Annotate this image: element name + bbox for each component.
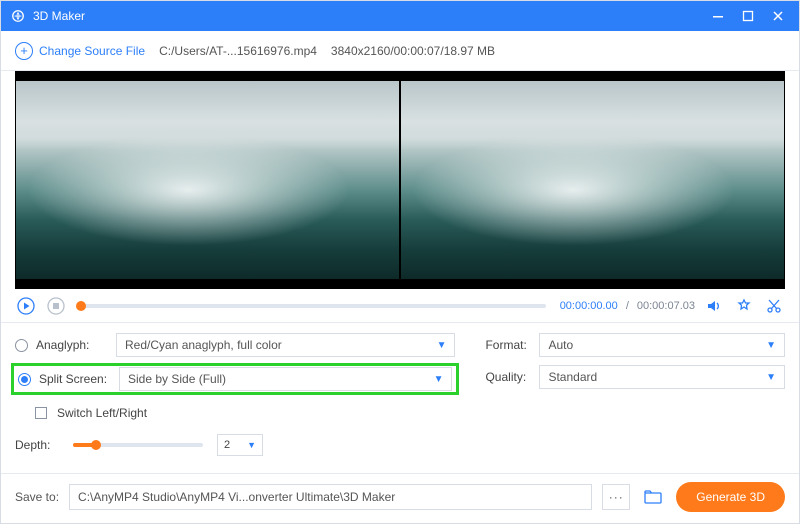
quality-select[interactable]: Standard ▼ [539, 365, 785, 389]
time-current: 00:00:00.00 [560, 300, 618, 312]
depth-value: 2 [224, 439, 230, 451]
chevron-down-icon: ▼ [434, 374, 444, 385]
player-controls: 00:00:00.00 / 00:00:07.03 [1, 289, 799, 323]
source-fileinfo: 3840x2160/00:00:07/18.97 MB [331, 44, 495, 58]
generate-button[interactable]: Generate 3D [676, 482, 785, 512]
save-path-value: C:\AnyMP4 Studio\AnyMP4 Vi...onverter Ul… [78, 490, 395, 504]
source-filepath: C:/Users/AT-...15616976.mp4 [159, 44, 317, 58]
preview-left [16, 81, 399, 279]
options-panel: Anaglyph: Red/Cyan anaglyph, full color … [1, 323, 799, 473]
anaglyph-value: Red/Cyan anaglyph, full color [125, 338, 282, 352]
options-right: Format: Auto ▼ Quality: Standard ▼ [485, 331, 785, 463]
chevron-down-icon: ▼ [247, 440, 256, 450]
options-left: Anaglyph: Red/Cyan anaglyph, full color … [15, 331, 455, 463]
split-screen-label: Split Screen: [39, 372, 113, 386]
split-screen-select[interactable]: Side by Side (Full) ▼ [119, 367, 452, 391]
switch-row: Switch Left/Right [15, 399, 455, 427]
quality-row: Quality: Standard ▼ [485, 363, 785, 391]
snapshot-button[interactable] [733, 295, 755, 317]
split-screen-row: Split Screen: Side by Side (Full) ▼ [11, 363, 459, 395]
titlebar: 3D Maker [1, 1, 799, 31]
chevron-down-icon: ▼ [766, 372, 776, 383]
timeline-slider[interactable] [81, 304, 546, 308]
chevron-down-icon: ▼ [437, 340, 447, 351]
depth-thumb[interactable] [91, 440, 101, 450]
anaglyph-row: Anaglyph: Red/Cyan anaglyph, full color … [15, 331, 455, 359]
topbar: + Change Source File C:/Users/AT-...1561… [1, 31, 799, 71]
cut-button[interactable] [763, 295, 785, 317]
time-duration: 00:00:07.03 [637, 300, 695, 312]
preview-right [401, 81, 784, 279]
save-to-label: Save to: [15, 490, 59, 504]
plus-icon: + [15, 42, 33, 60]
format-label: Format: [485, 338, 533, 352]
stop-button[interactable] [45, 295, 67, 317]
time-sep: / [626, 300, 629, 312]
depth-label: Depth: [15, 438, 59, 452]
minimize-button[interactable] [703, 1, 733, 31]
play-button[interactable] [15, 295, 37, 317]
format-value: Auto [548, 338, 573, 352]
split-screen-value: Side by Side (Full) [128, 372, 226, 386]
format-select[interactable]: Auto ▼ [539, 333, 785, 357]
app-title: 3D Maker [33, 9, 703, 23]
anaglyph-label: Anaglyph: [36, 338, 110, 352]
open-folder-button[interactable] [640, 484, 666, 510]
volume-button[interactable] [703, 295, 725, 317]
video-preview [15, 71, 785, 289]
switch-checkbox[interactable] [35, 407, 47, 419]
anaglyph-select[interactable]: Red/Cyan anaglyph, full color ▼ [116, 333, 455, 357]
quality-label: Quality: [485, 370, 533, 384]
depth-slider[interactable] [73, 443, 203, 447]
quality-value: Standard [548, 370, 597, 384]
close-button[interactable] [763, 1, 793, 31]
maximize-button[interactable] [733, 1, 763, 31]
depth-value-select[interactable]: 2 ▼ [217, 434, 263, 456]
split-screen-radio[interactable] [18, 373, 31, 386]
chevron-down-icon: ▼ [766, 340, 776, 351]
app-window: 3D Maker + Change Source File C:/Users/A… [0, 0, 800, 524]
timeline-thumb[interactable] [76, 301, 86, 311]
switch-label: Switch Left/Right [57, 406, 147, 420]
browse-button[interactable]: ··· [602, 484, 630, 510]
anaglyph-radio[interactable] [15, 339, 28, 352]
change-source-label: Change Source File [39, 44, 145, 58]
format-row: Format: Auto ▼ [485, 331, 785, 359]
change-source-button[interactable]: + Change Source File [15, 42, 145, 60]
footer: Save to: C:\AnyMP4 Studio\AnyMP4 Vi...on… [1, 473, 799, 519]
depth-row: Depth: 2 ▼ [15, 431, 455, 459]
app-icon [11, 9, 25, 23]
save-path-field[interactable]: C:\AnyMP4 Studio\AnyMP4 Vi...onverter Ul… [69, 484, 592, 510]
